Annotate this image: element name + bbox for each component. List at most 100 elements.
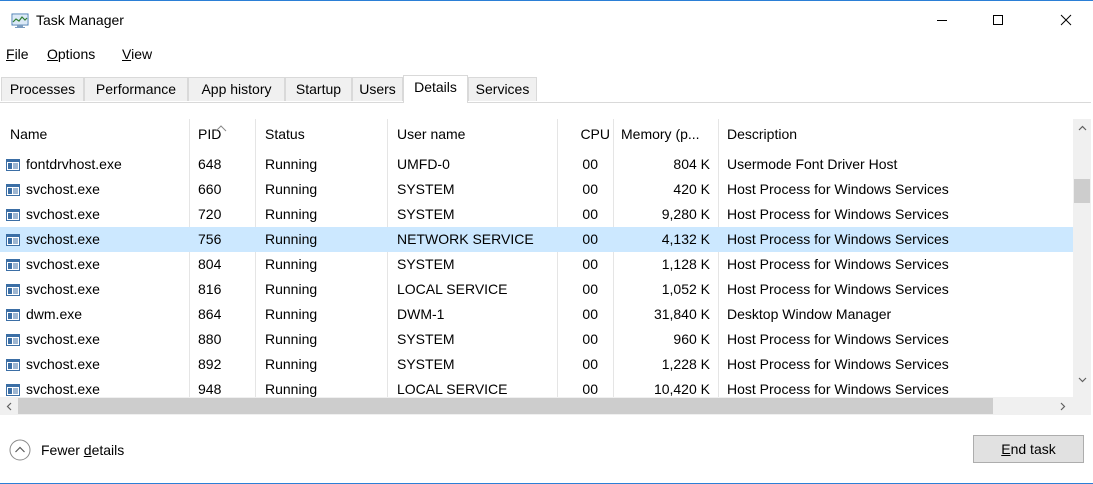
cell-pid: 756 (198, 231, 222, 247)
cell-name: svchost.exe (26, 331, 100, 347)
cell-status: Running (265, 256, 318, 272)
table-row[interactable]: svchost.exe 816 Running LOCAL SERVICE 00… (0, 277, 1073, 302)
window-title: Task Manager (36, 12, 124, 28)
cell-status: Running (265, 281, 318, 297)
cell-description: Host Process for Windows Services (727, 381, 949, 397)
task-manager-app-icon (11, 13, 29, 29)
cell-status: Running (265, 356, 318, 372)
cell-memory: 9,280 K (661, 206, 710, 222)
column-header-memory[interactable]: Memory (p... (621, 119, 716, 149)
menu-options[interactable]: Options (47, 46, 95, 62)
tab-startup[interactable]: Startup (285, 77, 352, 101)
cell-cpu: 00 (582, 281, 598, 297)
vertical-scrollbar[interactable] (1073, 119, 1091, 397)
cell-name: fontdrvhost.exe (26, 156, 122, 172)
cell-user-name: SYSTEM (397, 181, 455, 197)
tab-processes[interactable]: Processes (1, 77, 84, 101)
cell-pid: 720 (198, 206, 222, 222)
cell-pid: 948 (198, 381, 222, 397)
table-row[interactable]: svchost.exe 948 Running LOCAL SERVICE 00… (0, 377, 1073, 397)
cell-user-name: SYSTEM (397, 356, 455, 372)
cell-cpu: 00 (582, 206, 598, 222)
cell-cpu: 00 (582, 356, 598, 372)
cell-pid: 804 (198, 256, 222, 272)
cell-description: Usermode Font Driver Host (727, 156, 898, 172)
table-row[interactable]: svchost.exe 880 Running SYSTEM 00 960 K … (0, 327, 1073, 352)
cell-name: svchost.exe (26, 206, 100, 222)
cell-name: svchost.exe (26, 256, 100, 272)
cell-memory: 4,132 K (661, 231, 710, 247)
table-row[interactable]: svchost.exe 804 Running SYSTEM 00 1,128 … (0, 252, 1073, 277)
cell-memory: 1,128 K (661, 256, 710, 272)
cell-name: svchost.exe (26, 356, 100, 372)
end-task-button[interactable]: End task (973, 435, 1084, 463)
task-manager-window: Task Manager File Options View Processes… (0, 0, 1093, 484)
cell-status: Running (265, 156, 318, 172)
column-header-pid[interactable]: PID (198, 119, 258, 149)
minimize-button[interactable] (919, 1, 965, 39)
cell-name: svchost.exe (26, 281, 100, 297)
process-icon (6, 183, 20, 196)
cell-memory: 1,228 K (661, 356, 710, 372)
tab-details[interactable]: Details (403, 75, 468, 103)
cell-memory: 10,420 K (653, 381, 710, 397)
column-header-user-name[interactable]: User name (397, 119, 552, 149)
cell-user-name: UMFD-0 (397, 156, 450, 172)
menu-view[interactable]: View (122, 46, 152, 62)
table-row-selected[interactable]: svchost.exe 756 Running NETWORK SERVICE … (0, 227, 1073, 252)
cell-pid: 892 (198, 356, 222, 372)
maximize-button[interactable] (975, 1, 1021, 39)
tab-services[interactable]: Services (468, 77, 537, 101)
table-row[interactable]: dwm.exe 864 Running DWM-1 00 31,840 K De… (0, 302, 1073, 327)
scroll-right-arrow-icon[interactable] (1054, 397, 1072, 415)
cell-status: Running (265, 306, 318, 322)
process-icon (6, 333, 20, 346)
cell-name: dwm.exe (26, 306, 83, 322)
column-header-name[interactable]: Name (10, 119, 190, 149)
process-icon (6, 233, 20, 246)
table-row[interactable]: svchost.exe 660 Running SYSTEM 00 420 K … (0, 177, 1073, 202)
cell-description: Host Process for Windows Services (727, 231, 949, 247)
cell-description: Host Process for Windows Services (727, 331, 949, 347)
cell-cpu: 00 (582, 381, 598, 397)
scroll-down-arrow-icon[interactable] (1073, 371, 1091, 389)
column-header-cpu[interactable]: CPU (562, 119, 610, 149)
cell-cpu: 00 (582, 156, 598, 172)
cell-name: svchost.exe (26, 381, 100, 397)
column-header-description[interactable]: Description (727, 119, 1067, 149)
process-icon (6, 258, 20, 271)
menu-file[interactable]: File (6, 46, 29, 62)
process-icon (6, 383, 20, 396)
cell-memory: 804 K (673, 156, 710, 172)
maximize-icon (992, 14, 1004, 26)
cell-cpu: 00 (582, 306, 598, 322)
table-body: fontdrvhost.exe 648 Running UMFD-0 00 80… (0, 152, 1073, 397)
cell-description: Desktop Window Manager (727, 306, 892, 322)
title-bar[interactable]: Task Manager (0, 1, 1091, 41)
cell-cpu: 00 (582, 181, 598, 197)
cell-description: Host Process for Windows Services (727, 206, 949, 222)
tab-performance[interactable]: Performance (84, 77, 188, 101)
close-button[interactable] (1043, 1, 1089, 39)
vertical-scroll-thumb[interactable] (1074, 179, 1090, 203)
table-row[interactable]: fontdrvhost.exe 648 Running UMFD-0 00 80… (0, 152, 1073, 177)
table-row[interactable]: svchost.exe 892 Running SYSTEM 00 1,228 … (0, 352, 1073, 377)
horizontal-scrollbar[interactable] (0, 397, 1091, 415)
tab-users[interactable]: Users (352, 77, 403, 101)
cell-user-name: LOCAL SERVICE (397, 381, 508, 397)
process-details-table: Name PID Status User name CPU Memory (p.… (0, 119, 1091, 415)
cell-status: Running (265, 381, 318, 397)
column-header-status[interactable]: Status (265, 119, 385, 149)
scroll-left-arrow-icon[interactable] (0, 397, 18, 415)
scroll-up-arrow-icon[interactable] (1073, 119, 1091, 137)
sort-ascending-icon (214, 119, 228, 135)
cell-status: Running (265, 206, 318, 222)
table-row[interactable]: svchost.exe 720 Running SYSTEM 00 9,280 … (0, 202, 1073, 227)
chevron-up-circle-icon (9, 439, 31, 461)
cell-memory: 31,840 K (653, 306, 710, 322)
cell-user-name: SYSTEM (397, 206, 455, 222)
horizontal-scroll-thumb[interactable] (18, 398, 993, 414)
cell-description: Host Process for Windows Services (727, 281, 949, 297)
tab-app-history[interactable]: App history (188, 77, 285, 101)
cell-description: Host Process for Windows Services (727, 181, 949, 197)
